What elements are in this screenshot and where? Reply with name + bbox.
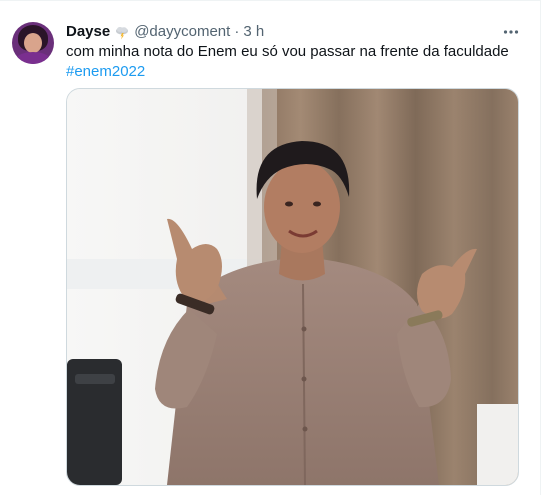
- avatar-face: [24, 33, 42, 53]
- tweet-media-image[interactable]: [66, 88, 519, 486]
- tweet-text: com minha nota do Enem eu só vou passar …: [66, 42, 526, 82]
- header-separator: ·: [234, 23, 240, 40]
- media-photo: [67, 89, 518, 485]
- tweet-header: Dayse @dayycoment · 3 h: [66, 22, 264, 42]
- storm-cloud-icon: [114, 24, 130, 40]
- more-horizontal-icon[interactable]: [500, 21, 522, 43]
- author-name[interactable]: Dayse: [66, 22, 110, 42]
- author-avatar[interactable]: [12, 22, 54, 64]
- tweet-card[interactable]: Dayse @dayycoment · 3 h com minha nota d…: [0, 0, 541, 495]
- tweet-timestamp[interactable]: 3 h: [243, 22, 264, 42]
- author-handle[interactable]: @dayycoment: [134, 22, 230, 42]
- hashtag-link[interactable]: #enem2022: [66, 62, 526, 82]
- tweet-body: com minha nota do Enem eu só vou passar …: [66, 43, 509, 60]
- avatar-shoulders: [14, 52, 52, 64]
